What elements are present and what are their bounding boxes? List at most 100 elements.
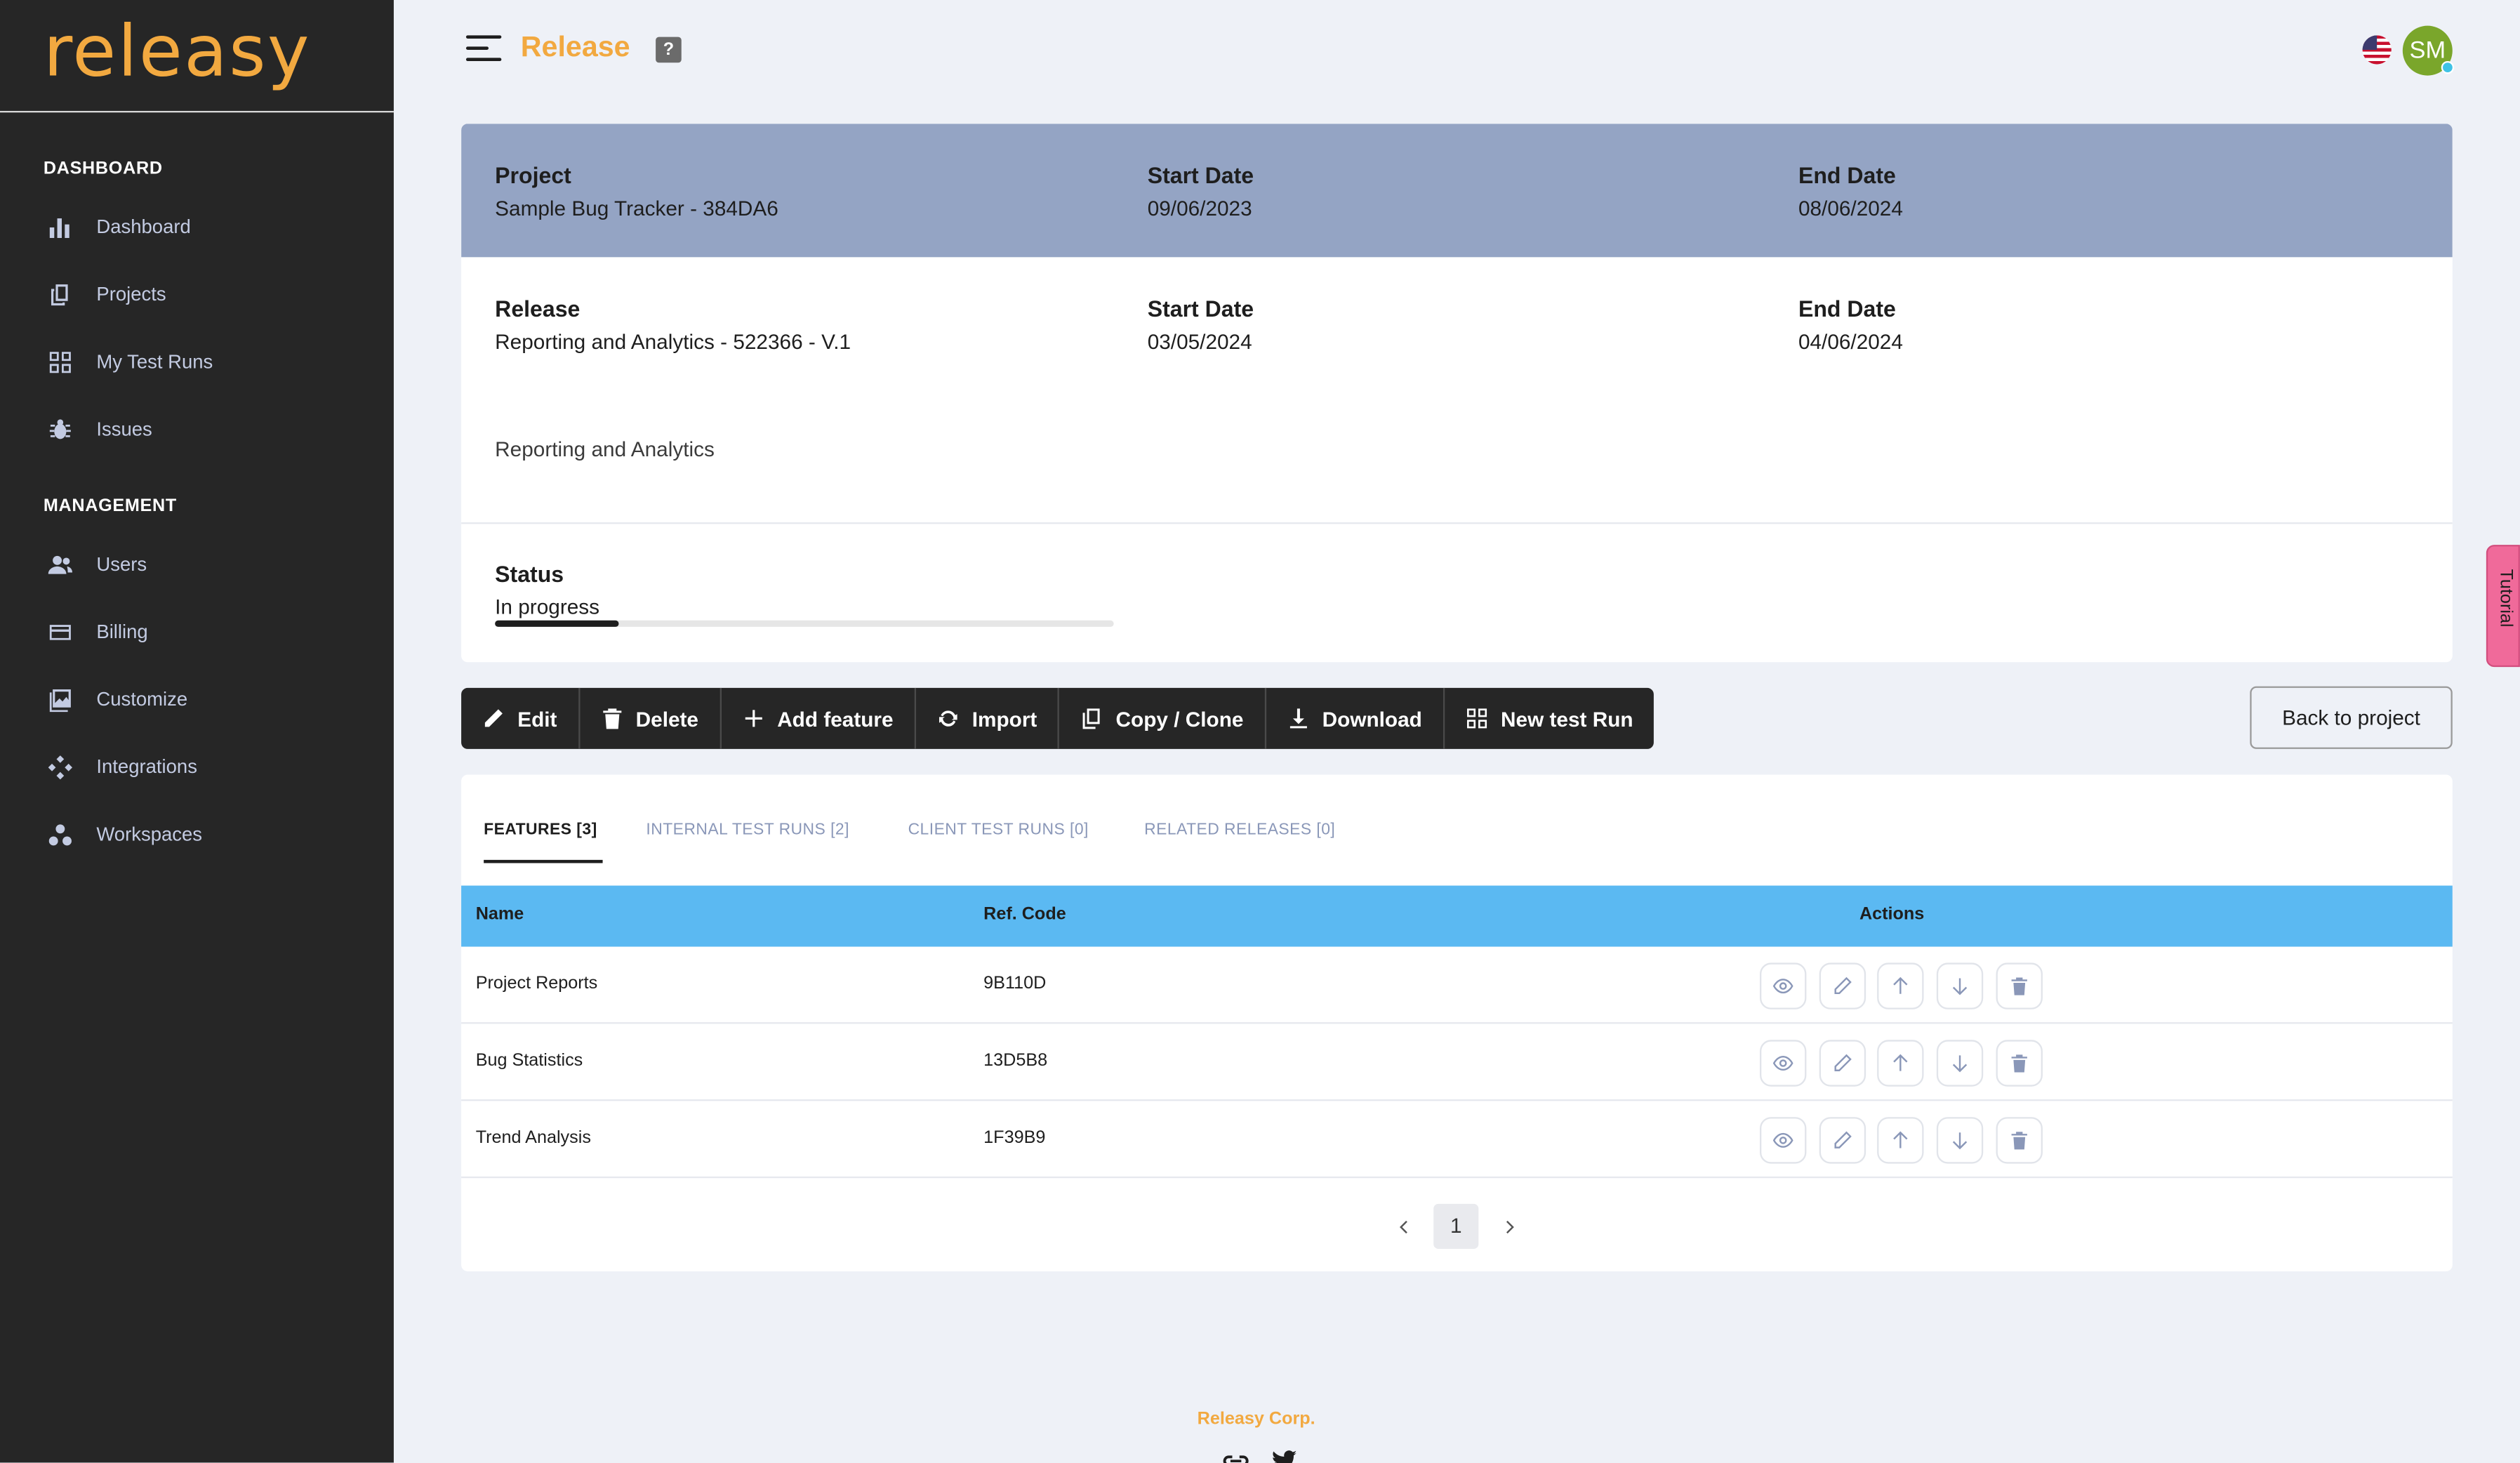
- new-test-run-button[interactable]: New test Run: [1445, 688, 1654, 749]
- release-start-label: Start Date: [1147, 296, 1254, 322]
- logo[interactable]: releasy: [0, 0, 394, 113]
- sidebar-item-label: My Test Runs: [96, 350, 213, 373]
- page-number-current[interactable]: 1: [1433, 1203, 1479, 1249]
- footer-social: [1221, 1447, 1299, 1463]
- trash-icon: [2011, 977, 2027, 995]
- arrow-down-icon: [1952, 1132, 1968, 1150]
- twitter-icon[interactable]: [1270, 1447, 1299, 1463]
- add-feature-button[interactable]: Add feature: [721, 687, 916, 749]
- move-up-button[interactable]: [1877, 1040, 1924, 1087]
- delete-row-button[interactable]: [1996, 1040, 2043, 1087]
- us-flag-icon[interactable]: [2362, 35, 2392, 65]
- project-start-label: Start Date: [1147, 162, 1254, 188]
- new-test-run-label: New test Run: [1501, 706, 1633, 731]
- copy-icon: [46, 282, 72, 307]
- view-button[interactable]: [1760, 1040, 1807, 1087]
- view-button[interactable]: [1760, 962, 1807, 1009]
- pencil-icon: [1834, 1131, 1852, 1148]
- menu-toggle-icon[interactable]: [465, 35, 505, 64]
- sidebar-section-dashboard: DASHBOARD: [43, 159, 163, 179]
- top-bar: Release ? SM: [394, 0, 2520, 100]
- back-to-project-button[interactable]: Back to project: [2250, 686, 2453, 749]
- column-header-name[interactable]: Name: [476, 905, 524, 924]
- sidebar-item-label: Integrations: [96, 755, 197, 779]
- edit-row-button[interactable]: [1819, 962, 1866, 1009]
- bar-chart-icon: [46, 214, 72, 240]
- arrow-up-icon: [1893, 1054, 1908, 1071]
- pencil-icon: [1834, 1054, 1852, 1071]
- copy-clone-button[interactable]: Copy / Clone: [1059, 687, 1266, 749]
- view-button[interactable]: [1760, 1117, 1807, 1164]
- project-label: Project: [495, 162, 571, 188]
- sidebar-item-label: Issues: [96, 418, 152, 441]
- move-up-button[interactable]: [1877, 962, 1924, 1009]
- import-button[interactable]: Import: [916, 687, 1060, 749]
- image-gallery-icon: [46, 687, 72, 713]
- delete-button[interactable]: Delete: [580, 687, 722, 749]
- move-down-button[interactable]: [1936, 962, 1984, 1009]
- download-icon: [1289, 708, 1307, 729]
- column-header-ref-code[interactable]: Ref. Code: [983, 905, 1066, 924]
- tutorial-tab[interactable]: Tutorial: [2486, 545, 2520, 668]
- download-button[interactable]: Download: [1266, 687, 1445, 749]
- eye-icon: [1772, 979, 1793, 994]
- users-icon: [46, 551, 72, 577]
- prev-page-icon[interactable]: [1392, 1204, 1414, 1249]
- feature-name: Trend Analysis: [475, 1128, 591, 1148]
- sidebar-item-my-test-runs[interactable]: My Test Runs: [46, 345, 213, 378]
- release-end-label: End Date: [1798, 296, 1896, 322]
- credit-card-icon: [46, 618, 72, 644]
- move-down-button[interactable]: [1936, 1040, 1984, 1087]
- tab-related-releases[interactable]: RELATED RELEASES [0]: [1144, 821, 1335, 839]
- next-page-icon[interactable]: [1498, 1204, 1520, 1249]
- action-toolbar: Edit Delete Add feature Import Copy / Cl…: [461, 687, 1654, 749]
- status-progress-fill: [495, 620, 619, 627]
- edit-row-button[interactable]: [1819, 1040, 1866, 1087]
- arrow-down-icon: [1952, 978, 1968, 995]
- delete-row-button[interactable]: [1996, 962, 2043, 1009]
- trash-icon: [602, 708, 621, 729]
- bug-icon: [46, 416, 72, 442]
- footer-company[interactable]: Releasy Corp.: [1198, 1410, 1315, 1429]
- sidebar-item-label: Projects: [96, 282, 166, 306]
- eye-icon: [1772, 1132, 1793, 1148]
- tab-features[interactable]: FEATURES [3]: [484, 821, 597, 839]
- status-progress-bar: [495, 620, 1114, 627]
- app-window: releasy DASHBOARD Dashboard Projects My …: [0, 0, 2520, 1463]
- trash-icon: [2011, 1132, 2027, 1150]
- move-up-button[interactable]: [1877, 1117, 1924, 1164]
- page-title: Release: [520, 30, 630, 63]
- sidebar-item-users[interactable]: Users: [46, 548, 147, 581]
- feature-ref-code: 1F39B9: [983, 1128, 1046, 1148]
- sidebar-section-management: MANAGEMENT: [43, 496, 177, 516]
- sidebar-item-workspaces[interactable]: Workspaces: [46, 818, 202, 850]
- sidebar-item-integrations[interactable]: Integrations: [46, 750, 197, 783]
- sidebar-item-label: Users: [96, 552, 147, 576]
- integrations-icon: [46, 754, 72, 780]
- edit-row-button[interactable]: [1819, 1117, 1866, 1164]
- release-label: Release: [495, 296, 581, 322]
- project-end-value: 08/06/2024: [1798, 196, 1903, 220]
- sidebar-item-billing[interactable]: Billing: [46, 616, 148, 648]
- sidebar-item-issues[interactable]: Issues: [46, 413, 152, 445]
- copy-clone-label: Copy / Clone: [1115, 706, 1244, 731]
- feature-name: Bug Statistics: [475, 1051, 583, 1071]
- help-icon[interactable]: ?: [656, 37, 682, 63]
- edit-button[interactable]: Edit: [461, 687, 580, 749]
- sidebar-item-label: Customize: [96, 687, 188, 710]
- grid-icon: [46, 349, 72, 375]
- project-start-value: 09/06/2023: [1147, 196, 1252, 220]
- sidebar: releasy DASHBOARD Dashboard Projects My …: [0, 0, 394, 1463]
- tab-internal-test-runs[interactable]: INTERNAL TEST RUNS [2]: [646, 821, 849, 839]
- feature-ref-code: 9B110D: [983, 974, 1047, 993]
- tutorial-label: Tutorial: [2495, 569, 2516, 628]
- tab-client-test-runs[interactable]: CLIENT TEST RUNS [0]: [908, 821, 1089, 839]
- status-value: In progress: [495, 595, 600, 619]
- link-icon[interactable]: [1221, 1447, 1250, 1463]
- sidebar-item-projects[interactable]: Projects: [46, 278, 166, 310]
- delete-row-button[interactable]: [1996, 1117, 2043, 1164]
- sidebar-item-customize[interactable]: Customize: [46, 683, 187, 715]
- sidebar-item-dashboard[interactable]: Dashboard: [46, 211, 191, 243]
- workspaces-icon: [46, 821, 72, 847]
- move-down-button[interactable]: [1936, 1117, 1984, 1164]
